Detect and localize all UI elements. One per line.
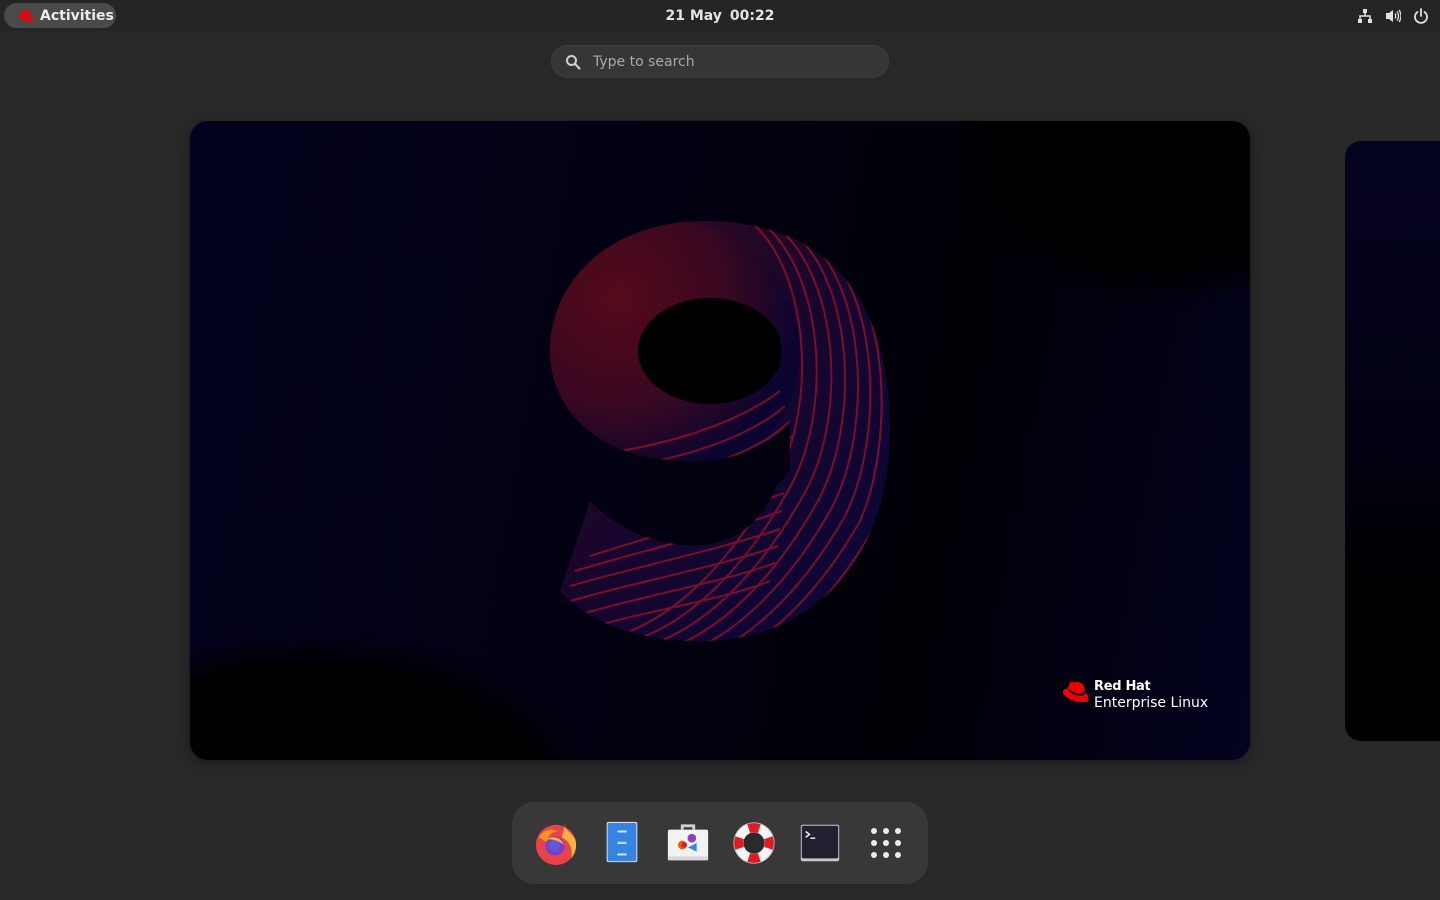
clock: 21 May 00:22 (0, 0, 1440, 31)
nine-inner-hole (638, 298, 782, 404)
system-tray[interactable] (1356, 0, 1430, 31)
dash-app-software[interactable] (664, 819, 712, 867)
files-icon (606, 821, 638, 863)
show-applications-button[interactable] (862, 819, 910, 867)
dash-app-terminal[interactable] (796, 819, 844, 867)
rhel-9-wallpaper-graphic (550, 221, 890, 641)
help-icon (733, 822, 775, 864)
activities-label: Activities (40, 7, 114, 24)
clock-date[interactable]: 21 May (665, 8, 721, 24)
firefox-icon (535, 822, 577, 866)
dash (512, 802, 928, 884)
redhat-logo-icon (18, 9, 34, 22)
terminal-icon (800, 824, 840, 862)
workspace-thumbnail-next[interactable] (1345, 141, 1440, 741)
app-grid-icon (871, 828, 901, 858)
search-input[interactable] (591, 52, 865, 71)
clock-time[interactable]: 00:22 (730, 8, 775, 24)
power-icon[interactable] (1412, 7, 1430, 25)
redhat-logo-icon (1062, 682, 1089, 702)
network-icon[interactable] (1356, 7, 1374, 25)
activities-button[interactable]: Activities (4, 3, 116, 28)
dash-app-firefox[interactable] (532, 819, 580, 867)
search-icon (566, 54, 581, 70)
volume-icon[interactable] (1384, 7, 1402, 25)
workspace-thumbnail-active[interactable]: Red Hat Enterprise Linux (190, 121, 1250, 760)
search-entry[interactable] (551, 45, 889, 78)
brand-line-2: Enterprise Linux (1094, 695, 1209, 711)
brand-line-1: Red Hat (1094, 679, 1151, 694)
redhat-enterprise-linux-logo: Red Hat Enterprise Linux (1062, 679, 1208, 711)
dash-app-help[interactable] (730, 819, 778, 867)
software-icon (667, 824, 709, 861)
dash-app-files[interactable] (598, 819, 646, 867)
top-bar: Activities 21 May 00:22 (0, 0, 1440, 31)
